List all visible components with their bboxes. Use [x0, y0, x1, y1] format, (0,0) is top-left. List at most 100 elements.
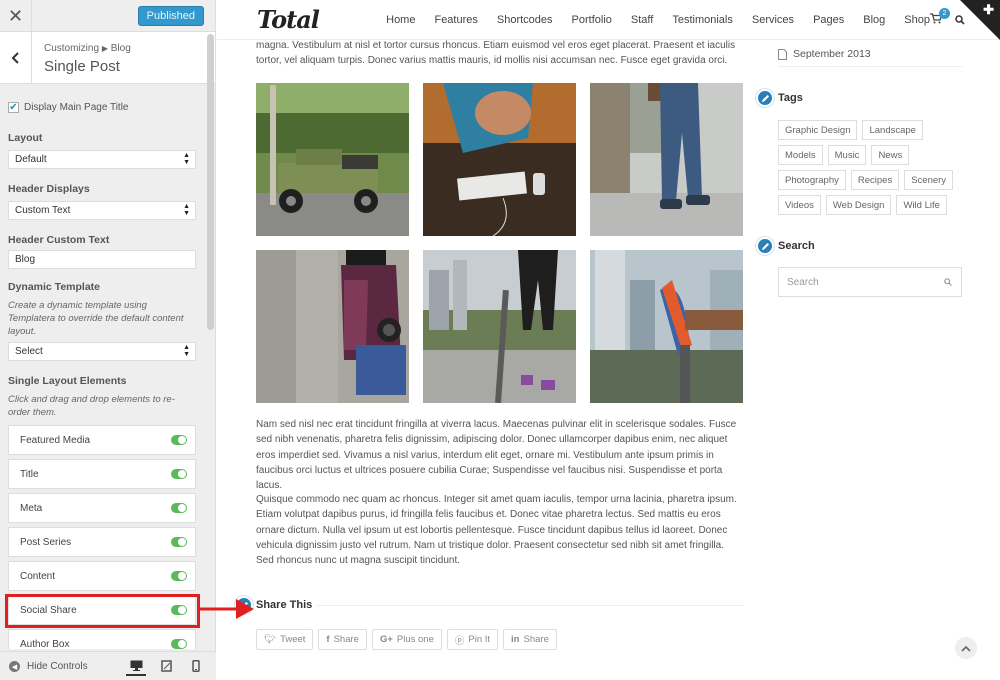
tag-link[interactable]: Photography [778, 170, 846, 190]
site-header: Total Home Features Shortcodes Portfolio… [217, 0, 1000, 40]
display-title-label: Display Main Page Title [24, 102, 129, 113]
tag-link[interactable]: Recipes [850, 170, 900, 190]
edit-pencil-icon[interactable] [756, 89, 774, 107]
search-icon[interactable] [944, 278, 952, 286]
select-caret-icon: ▲ ▼ [183, 344, 190, 358]
menu-item-features[interactable]: Features [434, 14, 477, 26]
share-buttons: 🐦︎ Tweet f Share G+ Plus one ⓟ Pin It in Shar… [256, 629, 557, 650]
element-meta[interactable]: Meta [8, 493, 196, 523]
annotation-arrow [200, 599, 254, 619]
menu-item-services[interactable]: Services [752, 14, 794, 26]
document-icon [778, 48, 787, 60]
element-label: Featured Media [20, 435, 91, 446]
back-arrow-icon[interactable] [0, 32, 32, 84]
tag-link[interactable]: Wild Life [896, 195, 947, 215]
dynamic-template-value: Select [15, 346, 43, 357]
hide-controls-label: Hide Controls [27, 661, 88, 672]
toggle-switch[interactable] [171, 639, 187, 649]
element-label: Social Share [20, 605, 77, 616]
element-title[interactable]: Title [8, 459, 196, 489]
menu-item-pages[interactable]: Pages [813, 14, 844, 26]
hide-controls-button[interactable]: ◀ Hide Controls [9, 661, 88, 672]
display-title-checkbox[interactable]: ✔ [8, 102, 19, 113]
tag-link[interactable]: Videos [778, 195, 821, 215]
menu-item-testimonials[interactable]: Testimonials [672, 14, 733, 26]
search-widget-header: Search [756, 237, 815, 255]
toggle-switch[interactable] [171, 571, 187, 581]
menu-item-shop[interactable]: Shop [904, 14, 930, 26]
tag-link[interactable]: Models [778, 145, 823, 165]
single-layout-label: Single Layout Elements [8, 375, 127, 387]
display-title-option[interactable]: ✔ Display Main Page Title [8, 102, 129, 113]
site-preview: magna. Vestibulum at nisl et tortor curs… [217, 0, 1000, 680]
cart-button[interactable]: 2 [930, 8, 950, 27]
toggle-switch[interactable] [171, 605, 187, 615]
tag-link[interactable]: Music [827, 145, 867, 165]
tag-link[interactable]: Web Design [825, 195, 892, 215]
header-displays-select[interactable]: Custom Text ▲ ▼ [8, 201, 196, 220]
sidebar-search-input[interactable]: Search [778, 267, 962, 297]
linkedin-icon: in [511, 634, 520, 645]
google-plus-button[interactable]: G+ Plus one [371, 629, 442, 650]
header-custom-text-label: Header Custom Text [8, 234, 110, 246]
element-label: Meta [20, 503, 43, 514]
linkedin-share-button[interactable]: in Share [503, 629, 557, 650]
breadcrumb: Customizing ▶ Blog [44, 43, 131, 54]
layout-label: Layout [8, 132, 43, 144]
toggle-switch[interactable] [171, 469, 187, 479]
archive-item[interactable]: September 2013 [778, 48, 871, 60]
tablet-icon[interactable] [156, 656, 176, 676]
menu-item-portfolio[interactable]: Portfolio [572, 14, 612, 26]
menu-item-shortcodes[interactable]: Shortcodes [497, 14, 553, 26]
site-logo[interactable]: Total [257, 5, 320, 34]
main-menu: Home Features Shortcodes Portfolio Staff… [367, 14, 930, 26]
menu-item-blog[interactable]: Blog [863, 14, 885, 26]
scroll-to-top-button[interactable] [955, 637, 977, 659]
element-post-series[interactable]: Post Series [8, 527, 196, 557]
pinterest-button[interactable]: ⓟ Pin It [446, 629, 499, 650]
mobile-icon[interactable] [186, 656, 206, 676]
menu-item-home[interactable]: Home [386, 14, 415, 26]
customizer-footer: ◀ Hide Controls [0, 651, 216, 680]
photo-shoe[interactable] [590, 250, 743, 403]
layout-select[interactable]: Default ▲ ▼ [8, 150, 196, 169]
photo-jeep[interactable] [256, 83, 409, 236]
single-layout-description: Click and drag and drop elements to re-o… [8, 394, 175, 418]
element-featured-media[interactable]: Featured Media [8, 425, 196, 455]
element-label: Author Box [20, 639, 70, 649]
content-paragraph-1: Nam sed nisl nec erat tincidunt fringill… [256, 419, 737, 492]
photo-legs[interactable] [590, 83, 743, 236]
plus-icon[interactable]: ✚ [983, 2, 994, 18]
toggle-switch[interactable] [171, 503, 187, 513]
chevron-up-icon [961, 645, 971, 652]
photo-runner[interactable] [423, 250, 576, 403]
element-content[interactable]: Content [8, 561, 196, 591]
element-social-share[interactable]: Social Share [8, 595, 196, 625]
divider [317, 605, 743, 606]
corner-toggle[interactable] [960, 0, 1000, 40]
edit-pencil-icon[interactable] [756, 237, 774, 255]
tags-title: Tags [778, 92, 803, 104]
menu-item-staff[interactable]: Staff [631, 14, 653, 26]
share-title: Share This [256, 599, 313, 611]
publish-button[interactable]: Published [137, 6, 204, 26]
tag-link[interactable]: Scenery [904, 170, 954, 190]
tag-cloud: Graphic Design Landscape Models Music Ne… [778, 120, 962, 215]
toggle-switch[interactable] [171, 435, 187, 445]
dynamic-template-select[interactable]: Select ▲ ▼ [8, 342, 196, 361]
element-author-box[interactable]: Author Box [8, 629, 196, 649]
close-icon[interactable]: ✕ [0, 0, 32, 32]
tweet-button[interactable]: 🐦︎ Tweet [256, 629, 314, 650]
tag-link[interactable]: Graphic Design [778, 120, 858, 140]
tag-link[interactable]: News [871, 145, 910, 165]
toggle-switch[interactable] [171, 537, 187, 547]
intro-paragraph: magna. Vestibulum at nisl et tortor curs… [256, 40, 736, 67]
photo-keyboard[interactable] [423, 83, 576, 236]
photo-camera[interactable] [256, 250, 409, 403]
header-custom-text-input[interactable]: Blog [8, 250, 196, 269]
desktop-icon[interactable] [126, 656, 146, 676]
scrollbar[interactable] [207, 34, 214, 330]
tag-link[interactable]: Landscape [862, 120, 923, 140]
divider [778, 66, 962, 67]
facebook-share-button[interactable]: f Share [318, 629, 367, 650]
